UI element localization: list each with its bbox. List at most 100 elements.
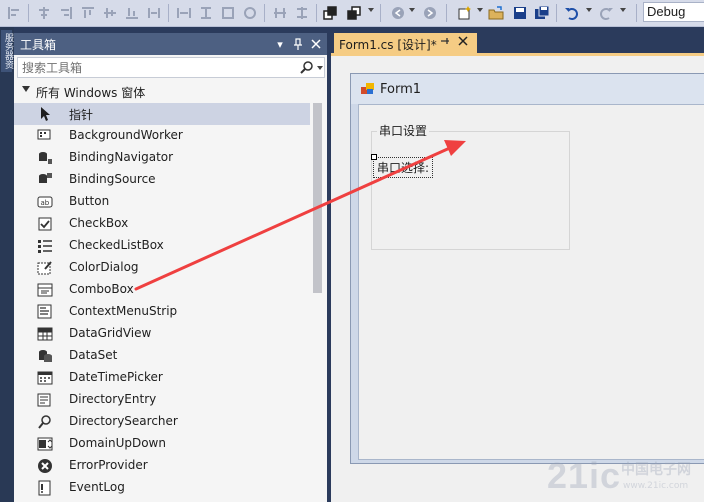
align-centers-icon[interactable]	[34, 3, 54, 23]
binding-source-icon	[37, 172, 53, 188]
data-grid-view-icon	[37, 326, 53, 342]
toolbox-item[interactable]: 指针	[14, 103, 310, 125]
toolbox-item-label: DataGridView	[69, 326, 152, 340]
toolbox-item[interactable]: ContextMenuStrip	[14, 301, 310, 323]
navigate-forward-icon[interactable]	[420, 3, 440, 23]
form-window[interactable]: Form1 串口设置 串口选择:	[350, 73, 704, 464]
binding-navigator-icon	[37, 150, 53, 166]
tab-form1-design[interactable]: Form1.cs [设计]*	[334, 33, 477, 54]
svg-text:ab: ab	[41, 199, 50, 207]
toolbox-item-label: DirectoryEntry	[69, 392, 157, 406]
serial-settings-groupbox[interactable]: 串口设置 串口选择:	[371, 122, 571, 251]
save-all-icon[interactable]	[532, 3, 552, 23]
search-icon[interactable]	[300, 60, 314, 74]
port-select-label[interactable]: 串口选择:	[373, 157, 434, 178]
toolbar-separator	[636, 4, 637, 22]
bring-to-front-icon[interactable]	[320, 3, 340, 23]
watermark-brand: 21ic	[547, 455, 622, 496]
toolbox-group-label: 所有 Windows 窗体	[36, 86, 146, 100]
make-same-height-icon[interactable]	[174, 3, 194, 23]
toolbox-scrollbar[interactable]	[312, 103, 322, 502]
checkbox-icon	[37, 216, 53, 232]
send-to-back-icon[interactable]	[344, 3, 364, 23]
make-same-size-icon[interactable]	[218, 3, 238, 23]
server-explorer-tab[interactable]: 服务器资	[1, 30, 13, 72]
toolbox-panel: 工具箱 ▾ 所有 Windows 窗体 指针 BackgroundWorker Bi…	[14, 33, 327, 502]
size-to-grid-icon[interactable]	[196, 3, 216, 23]
domain-up-down-icon	[37, 436, 53, 452]
horizontal-spacing-icon[interactable]	[270, 3, 290, 23]
chevron-down-icon[interactable]	[317, 66, 323, 70]
toolbox-item[interactable]: DirectorySearcher	[14, 411, 310, 433]
toolbox-item[interactable]: CheckBox	[14, 213, 310, 235]
toolbox-item[interactable]: DateTimePicker	[14, 367, 310, 389]
directory-entry-icon	[37, 392, 53, 408]
align-middles-icon[interactable]	[100, 3, 120, 23]
toolbox-item[interactable]: DataGridView	[14, 323, 310, 345]
toolbox-item[interactable]: ComboBox	[14, 279, 310, 301]
pin-icon[interactable]	[290, 35, 306, 53]
directory-searcher-icon	[37, 414, 53, 430]
window-position-dropdown-icon[interactable]: ▾	[272, 35, 288, 53]
close-icon[interactable]	[458, 35, 468, 49]
toolbox-search-box[interactable]	[17, 57, 325, 78]
align-to-grid-icon[interactable]	[240, 3, 260, 23]
error-provider-icon	[37, 458, 53, 474]
chevron-down-icon[interactable]	[368, 8, 374, 12]
align-rights-icon[interactable]	[56, 3, 76, 23]
pin-tab-icon[interactable]	[440, 36, 450, 49]
toolbox-item-label: ContextMenuStrip	[69, 304, 178, 318]
form-app-icon	[361, 83, 375, 95]
navigate-back-icon[interactable]	[388, 3, 408, 23]
toolbar-separator	[168, 4, 169, 22]
toolbar-separator	[316, 4, 317, 22]
form-title: Form1	[380, 82, 422, 97]
search-input[interactable]	[18, 58, 292, 77]
toolbox-item[interactable]: DataSet	[14, 345, 310, 367]
toolbox-item[interactable]: BindingNavigator	[14, 147, 310, 169]
align-bottoms-icon[interactable]	[122, 3, 142, 23]
toolbar-separator	[556, 4, 557, 22]
toolbox-item[interactable]: BackgroundWorker	[14, 125, 310, 147]
toolbox-item[interactable]: DomainUpDown	[14, 433, 310, 455]
open-file-icon[interactable]	[486, 3, 506, 23]
chevron-down-icon[interactable]	[477, 8, 483, 12]
save-icon[interactable]	[510, 3, 530, 23]
toolbox-item[interactable]: CheckedListBox	[14, 235, 310, 257]
chevron-down-icon[interactable]	[409, 8, 415, 12]
toolbar-separator	[446, 4, 447, 22]
chevron-down-icon[interactable]	[586, 8, 592, 12]
toolbox-item[interactable]: EventLog	[14, 477, 310, 499]
toolbox-item[interactable]: BindingSource	[14, 169, 310, 191]
designer-toolbar: Debug	[0, 0, 704, 27]
configuration-dropdown[interactable]: Debug	[643, 2, 704, 22]
chevron-down-icon[interactable]	[620, 8, 626, 12]
toolbox-item-label: BackgroundWorker	[69, 128, 183, 142]
toolbox-item[interactable]: ab Button	[14, 191, 310, 213]
toolbox-item-label: ComboBox	[69, 282, 134, 296]
make-same-width-icon[interactable]	[144, 3, 164, 23]
toolbox-item[interactable]: ColorDialog	[14, 257, 310, 279]
groupbox-label: 串口设置	[377, 122, 430, 139]
redo-icon[interactable]	[596, 3, 616, 23]
form-client-area[interactable]: 串口设置 串口选择:	[358, 104, 704, 460]
toolbox-group-header[interactable]: 所有 Windows 窗体	[14, 81, 314, 103]
collapse-triangle-icon[interactable]	[22, 86, 30, 92]
vertical-spacing-icon[interactable]	[292, 3, 312, 23]
toolbox-item-label: CheckBox	[69, 216, 129, 230]
align-tops-icon[interactable]	[78, 3, 98, 23]
selection-handle[interactable]	[371, 154, 377, 160]
undo-icon[interactable]	[562, 3, 582, 23]
toolbox-item[interactable]: DirectoryEntry	[14, 389, 310, 411]
toolbox-item-label: EventLog	[69, 480, 125, 494]
new-project-icon[interactable]	[454, 3, 474, 23]
form-titlebar[interactable]: Form1	[351, 74, 704, 104]
toolbox-item-label: 指针	[69, 108, 94, 122]
close-icon[interactable]	[308, 35, 324, 53]
align-lefts-icon[interactable]	[4, 3, 24, 23]
toolbar-separator	[264, 4, 265, 22]
date-time-picker-icon	[37, 370, 53, 386]
toolbox-item[interactable]: ErrorProvider	[14, 455, 310, 477]
scrollbar-thumb[interactable]	[313, 103, 322, 293]
combobox-icon	[37, 282, 53, 298]
